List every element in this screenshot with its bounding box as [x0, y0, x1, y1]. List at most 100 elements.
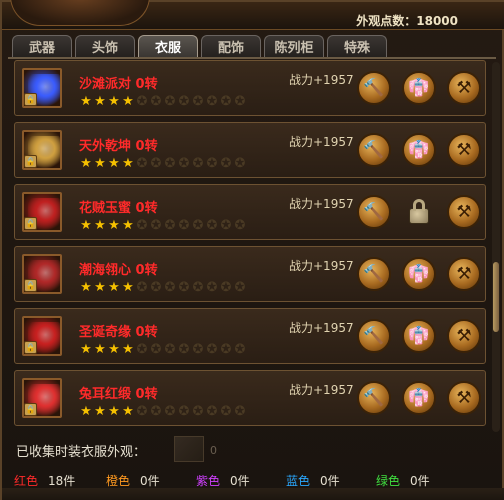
star-empty-icon: ✪ — [164, 94, 176, 109]
star-filled-icon: ★ — [122, 156, 134, 171]
upgrade-button[interactable]: 🔨 — [357, 133, 391, 167]
star-filled-icon: ★ — [108, 94, 120, 109]
outfit-thumbnail[interactable]: 🔒 — [22, 130, 62, 170]
locked-icon: 🔒 — [24, 93, 37, 106]
combat-power: 战力+1957 — [289, 135, 354, 149]
star-empty-icon: ✪ — [192, 342, 204, 357]
star-empty-icon: ✪ — [150, 342, 162, 357]
outfit-name: 兔耳红缎 0转 — [79, 387, 158, 402]
star-empty-icon: ✪ — [234, 404, 246, 419]
forge-button[interactable]: ⚒ — [447, 319, 481, 353]
color-count: 蓝色 0件 — [286, 472, 340, 489]
combat-power: 战力+1957 — [289, 73, 354, 87]
star-filled-icon: ★ — [108, 156, 120, 171]
star-empty-icon: ✪ — [192, 156, 204, 171]
star-rating: ★ ★ ★ ★ ✪ ✪ ✪ ✪ ✪ ✪ ✪ ✪ — [79, 95, 247, 108]
star-empty-icon: ✪ — [206, 280, 218, 295]
bottom-strip — [2, 488, 504, 500]
star-rating: ★ ★ ★ ★ ✪ ✪ ✪ ✪ ✪ ✪ ✪ ✪ — [79, 343, 247, 356]
star-rating: ★ ★ ★ ★ ✪ ✪ ✪ ✪ ✪ ✪ ✪ ✪ — [79, 281, 247, 294]
star-empty-icon: ✪ — [164, 156, 176, 171]
upgrade-button[interactable]: 🔨 — [357, 71, 391, 105]
collected-summary-count: 0 — [210, 444, 217, 457]
star-empty-icon: ✪ — [192, 280, 204, 295]
color-count-value: 18件 — [48, 474, 76, 488]
star-empty-icon: ✪ — [136, 94, 148, 109]
outfit-thumbnail[interactable]: 🔒 — [22, 378, 62, 418]
locked-icon: 🔒 — [24, 155, 37, 168]
tab-showcase[interactable]: 陈列柜 — [264, 35, 324, 57]
decorative-ornament — [10, 0, 150, 26]
clothing-list: 🔒 沙滩派对 0转 ★ ★ ★ ★ ✪ ✪ ✪ ✪ ✪ ✪ ✪ ✪ 战力+1957 🔨 👘 ⚒ 🔒 天外乾坤 0转 ★ ★… — [14, 60, 486, 432]
upgrade-button[interactable]: 🔨 — [357, 195, 391, 229]
star-empty-icon: ✪ — [164, 280, 176, 295]
star-empty-icon: ✪ — [206, 342, 218, 357]
star-filled-icon: ★ — [108, 404, 120, 419]
category-tabs: 武器 头饰 衣服 配饰 陈列柜 特殊 — [12, 35, 390, 57]
star-empty-icon: ✪ — [220, 218, 232, 233]
outfit-row: 🔒 兔耳红缎 0转 ★ ★ ★ ★ ✪ ✪ ✪ ✪ ✪ ✪ ✪ ✪ 战力+1957 🔨 👘 ⚒ — [14, 370, 486, 426]
combat-power: 战力+1957 — [289, 259, 354, 273]
combat-power: 战力+1957 — [289, 321, 354, 335]
outfit-row: 🔒 潮海翎心 0转 ★ ★ ★ ★ ✪ ✪ ✪ ✪ ✪ ✪ ✪ ✪ 战力+1957 🔨 👘 ⚒ — [14, 246, 486, 302]
tab-accessory[interactable]: 配饰 — [201, 35, 261, 57]
locked-icon: 🔒 — [24, 279, 37, 292]
upgrade-button[interactable]: 🔨 — [357, 257, 391, 291]
star-empty-icon: ✪ — [178, 280, 190, 295]
padlock-icon — [404, 197, 434, 227]
star-empty-icon: ✪ — [192, 404, 204, 419]
color-count-label: 蓝色 — [286, 474, 311, 488]
star-empty-icon: ✪ — [136, 404, 148, 419]
star-empty-icon: ✪ — [136, 156, 148, 171]
star-empty-icon: ✪ — [220, 94, 232, 109]
forge-button[interactable]: ⚒ — [447, 381, 481, 415]
star-empty-icon: ✪ — [234, 94, 246, 109]
wear-outfit-button[interactable]: 👘 — [402, 71, 436, 105]
appearance-points-label: 外观点数：18000 — [356, 14, 458, 28]
star-filled-icon: ★ — [108, 342, 120, 357]
star-filled-icon: ★ — [80, 404, 92, 419]
forge-button[interactable]: ⚒ — [447, 195, 481, 229]
collected-summary-icon — [174, 436, 204, 462]
outfit-name: 潮海翎心 0转 — [79, 263, 158, 278]
outfit-name: 花贼玉蜜 0转 — [79, 201, 158, 216]
star-filled-icon: ★ — [80, 156, 92, 171]
outfit-thumbnail[interactable]: 🔒 — [22, 254, 62, 294]
wear-outfit-button[interactable]: 👘 — [402, 381, 436, 415]
locked-icon: 🔒 — [24, 403, 37, 416]
tab-special[interactable]: 特殊 — [327, 35, 387, 57]
star-empty-icon: ✪ — [220, 342, 232, 357]
color-count: 绿色 0件 — [376, 472, 430, 489]
scrollbar-thumb[interactable] — [493, 262, 499, 332]
star-empty-icon: ✪ — [220, 404, 232, 419]
star-empty-icon: ✪ — [234, 156, 246, 171]
wear-outfit-button[interactable]: 👘 — [402, 133, 436, 167]
forge-button[interactable]: ⚒ — [447, 71, 481, 105]
star-empty-icon: ✪ — [220, 156, 232, 171]
outfit-thumbnail[interactable]: 🔒 — [22, 68, 62, 108]
tab-clothing[interactable]: 衣服 — [138, 35, 198, 57]
tab-weapon[interactable]: 武器 — [12, 35, 72, 57]
forge-button[interactable]: ⚒ — [447, 133, 481, 167]
outfit-thumbnail[interactable]: 🔒 — [22, 192, 62, 232]
scrollbar[interactable] — [492, 62, 500, 432]
upgrade-button[interactable]: 🔨 — [357, 319, 391, 353]
star-empty-icon: ✪ — [136, 342, 148, 357]
color-count-value: 0件 — [320, 474, 340, 488]
color-count: 红色 18件 — [14, 472, 75, 489]
forge-button[interactable]: ⚒ — [447, 257, 481, 291]
outfit-name: 天外乾坤 0转 — [79, 139, 158, 154]
tab-headwear[interactable]: 头饰 — [75, 35, 135, 57]
star-filled-icon: ★ — [122, 342, 134, 357]
outfit-thumbnail[interactable]: 🔒 — [22, 316, 62, 356]
star-filled-icon: ★ — [94, 280, 106, 295]
color-count-value: 0件 — [230, 474, 250, 488]
star-filled-icon: ★ — [80, 280, 92, 295]
wear-outfit-button[interactable]: 👘 — [402, 319, 436, 353]
star-empty-icon: ✪ — [206, 156, 218, 171]
color-count-value: 0件 — [140, 474, 160, 488]
upgrade-button[interactable]: 🔨 — [357, 381, 391, 415]
wear-outfit-button[interactable]: 👘 — [402, 257, 436, 291]
star-empty-icon: ✪ — [136, 280, 148, 295]
star-empty-icon: ✪ — [178, 342, 190, 357]
